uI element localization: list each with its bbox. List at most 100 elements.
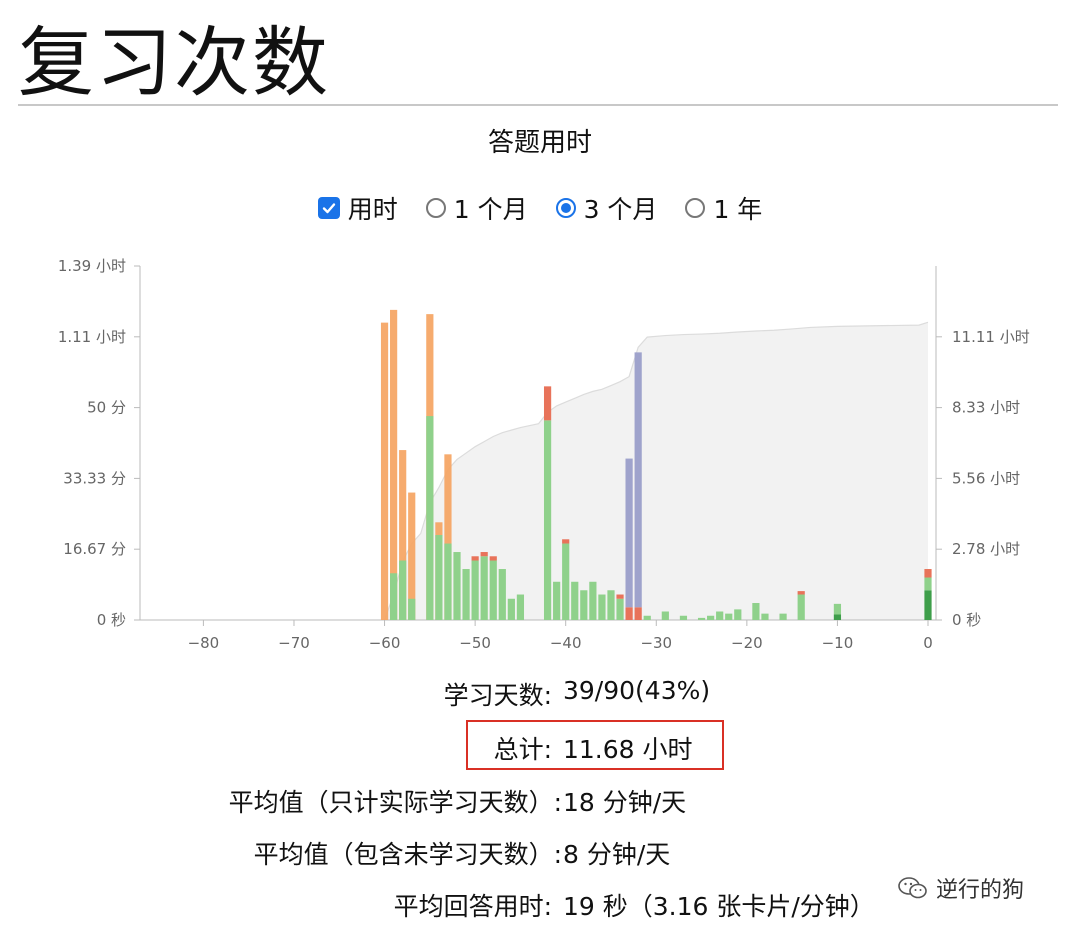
bar-green: [435, 535, 443, 620]
range-radio-label: 1 个月: [453, 195, 528, 224]
study-days-label: 学习天数:: [443, 681, 552, 710]
bar-green: [924, 577, 932, 591]
avg-all-days-value: 8 分钟/天: [563, 840, 671, 869]
time-checkbox[interactable]: 用时: [317, 190, 398, 226]
study-days-value: 39/90(43%): [563, 676, 711, 705]
avg-study-days-label: 平均值（只计实际学习天数）:: [228, 788, 562, 817]
x-tick-label: −80: [188, 634, 220, 652]
bar-green: [833, 603, 842, 615]
x-tick-label: −30: [640, 634, 672, 652]
bar-green: [598, 594, 606, 620]
bar-red: [489, 556, 497, 561]
watermark: 逆行的狗: [898, 872, 1024, 904]
bar-red: [543, 386, 552, 421]
bar-green: [480, 556, 488, 620]
bar-green: [616, 598, 624, 620]
bar-green: [752, 603, 760, 620]
bar-green: [471, 560, 479, 620]
chart-title: 答题用时: [487, 128, 592, 158]
radio-checked-icon[interactable]: [555, 198, 576, 218]
bar-green: [498, 569, 506, 620]
bar-green: [716, 611, 724, 620]
bar-red: [634, 607, 642, 620]
bar-green: [444, 543, 452, 620]
bar-green: [725, 613, 733, 620]
x-tick-label: −50: [459, 634, 491, 652]
bar-green: [553, 581, 561, 620]
page-title: 复习次数: [18, 18, 330, 107]
bar-red: [562, 539, 570, 544]
radio-unchecked-icon[interactable]: [685, 198, 706, 218]
bar-green: [779, 613, 787, 620]
avg-answer-time-value: 19 秒（3.16 张卡片/分钟）: [563, 892, 875, 921]
bar-green: [453, 552, 461, 620]
bar-green: [408, 598, 416, 620]
y-left-tick-label: 1.11 小时: [58, 328, 126, 346]
bar-green: [607, 590, 615, 620]
bar-green: [589, 581, 597, 620]
x-tick-label: −10: [822, 634, 854, 652]
checkbox-checked-icon[interactable]: [317, 197, 340, 219]
y-left-tick-label: 0 秒: [97, 611, 126, 629]
bar-green: [462, 569, 470, 620]
bar-green: [797, 594, 805, 620]
x-tick-label: −60: [369, 634, 401, 652]
wechat-icon: [898, 877, 927, 899]
x-tick-label: −40: [550, 634, 582, 652]
avg-answer-time-label: 平均回答用时:: [393, 892, 552, 921]
bar-green: [661, 611, 669, 620]
bar-green: [426, 416, 434, 620]
range-radio-3-months[interactable]: 3 个月: [555, 190, 658, 226]
bar-green: [734, 609, 742, 620]
bar-green: [543, 420, 552, 620]
bar-red: [924, 569, 932, 578]
bar-green: [390, 573, 398, 620]
bar-red: [471, 556, 479, 561]
y-right-tick-label: 11.11 小时: [952, 328, 1030, 346]
y-right-tick-label: 5.56 小时: [952, 469, 1020, 487]
y-right-tick-label: 0 秒: [952, 611, 981, 629]
bar-green: [571, 581, 579, 620]
total-highlight-box: [466, 720, 724, 770]
x-tick-label: 0: [923, 634, 933, 652]
bar-green: [580, 590, 588, 620]
x-tick-label: −70: [278, 634, 310, 652]
radio-unchecked-icon[interactable]: [425, 198, 446, 218]
bar-green: [516, 594, 525, 620]
bar-green: [489, 560, 497, 620]
bar-green: [707, 615, 715, 620]
bar-green: [562, 543, 570, 620]
y-left-tick-label: 16.67 分: [63, 540, 126, 558]
answer-time-chart: 0 秒 16.67 分 33.33 分 50 分 1.11 小时 1.39 小时 0 秒 2.…: [58, 257, 1030, 652]
bar-purple: [625, 458, 633, 608]
title-divider: [18, 104, 1058, 106]
y-left-tick-label: 1.39 小时: [58, 257, 126, 275]
range-radio-1-year[interactable]: 1 年: [685, 190, 762, 226]
range-radio-1-month[interactable]: 1 个月: [425, 190, 528, 226]
bar-purple: [634, 352, 642, 608]
bar-red: [480, 552, 488, 557]
bar-orange: [380, 322, 389, 620]
y-left-tick-label: 50 分: [87, 399, 126, 417]
chart-controls: 用时 1 个月 3 个月 1 年: [0, 190, 1080, 226]
bar-red: [625, 607, 633, 620]
range-radio-label: 3 个月: [583, 195, 658, 224]
time-checkbox-label: 用时: [347, 195, 398, 224]
y-right-tick-label: 2.78 小时: [952, 540, 1020, 558]
bar-green: [507, 598, 515, 620]
y-left-tick-label: 33.33 分: [63, 469, 126, 487]
avg-study-days-value: 18 分钟/天: [563, 788, 687, 817]
bar-red: [797, 591, 805, 595]
watermark-text: 逆行的狗: [936, 878, 1025, 903]
avg-all-days-label: 平均值（包含未学习天数）:: [253, 840, 562, 869]
y-right-tick-label: 8.33 小时: [952, 399, 1020, 417]
bar-red: [616, 594, 624, 599]
bar-darkgreen: [924, 590, 932, 620]
x-tick-label: −20: [731, 634, 763, 652]
range-radio-label: 1 年: [713, 195, 763, 224]
bar-green: [643, 615, 651, 620]
bar-green: [697, 617, 706, 620]
bar-darkgreen: [833, 614, 842, 620]
bar-green: [679, 615, 688, 620]
bar-green: [399, 560, 407, 620]
